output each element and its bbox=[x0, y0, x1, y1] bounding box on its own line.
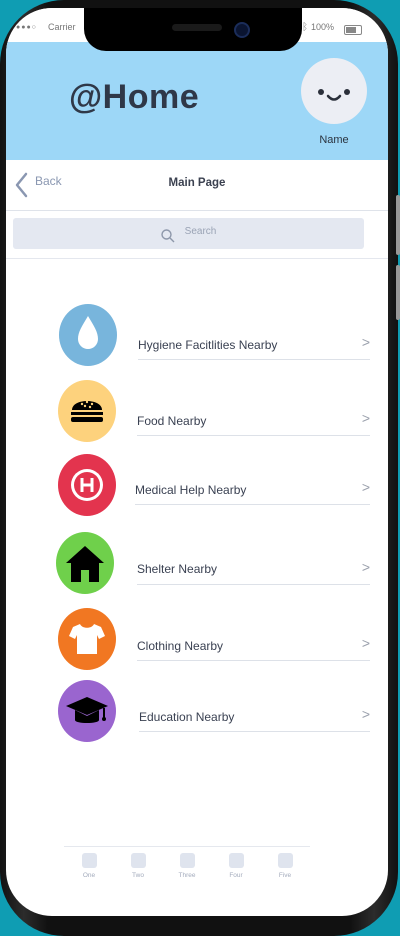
camera bbox=[234, 22, 250, 38]
medical-icon-circle bbox=[58, 454, 116, 516]
phone-screen: ●●●○ Carrier ᛒ 100% @Home Name Back Main… bbox=[6, 8, 388, 916]
chevron-right-icon: > bbox=[361, 410, 370, 426]
tab-placeholder-icon bbox=[179, 853, 195, 868]
navigation-bar: Back Main Page bbox=[6, 160, 388, 211]
tab-two[interactable]: Two bbox=[118, 853, 158, 887]
chevron-right-icon: > bbox=[361, 479, 370, 495]
chevron-right-icon: > bbox=[361, 334, 370, 350]
category-label: Medical Help Nearby bbox=[135, 483, 247, 497]
carrier-label: Carrier bbox=[48, 22, 76, 32]
tab-placeholder-icon bbox=[228, 853, 244, 868]
avatar[interactable] bbox=[301, 58, 367, 124]
signal-icon: ●●●○ bbox=[16, 24, 37, 31]
chevron-right-icon: > bbox=[361, 635, 370, 651]
search-placeholder: Search bbox=[184, 226, 217, 237]
tab-label: Four bbox=[229, 872, 243, 879]
tab-placeholder-icon bbox=[130, 853, 146, 868]
divider bbox=[137, 660, 370, 661]
tab-four[interactable]: Four bbox=[216, 853, 256, 887]
tab-placeholder-icon bbox=[81, 853, 97, 868]
divider bbox=[139, 731, 370, 732]
tab-one[interactable]: One bbox=[69, 853, 109, 887]
search-container: Search bbox=[6, 210, 388, 259]
tshirt-icon bbox=[58, 608, 116, 670]
notch bbox=[84, 8, 302, 51]
category-label: Shelter Nearby bbox=[137, 562, 218, 576]
side-button bbox=[396, 195, 400, 255]
divider bbox=[137, 584, 370, 585]
chevron-right-icon: > bbox=[361, 559, 370, 575]
app-title: @Home bbox=[69, 78, 200, 116]
category-label: Clothing Nearby bbox=[137, 639, 224, 653]
shelter-icon-circle bbox=[56, 532, 114, 594]
chevron-right-icon: > bbox=[361, 706, 370, 722]
battery-icon bbox=[344, 25, 362, 35]
tab-label: Three bbox=[178, 872, 196, 879]
category-label: Food Nearby bbox=[137, 414, 207, 428]
category-label: Hygiene Facitlities Nearby bbox=[138, 338, 278, 352]
tab-label: Five bbox=[278, 872, 292, 879]
bluetooth-icon: ᛒ bbox=[302, 22, 308, 33]
speaker bbox=[172, 24, 222, 31]
tab-three[interactable]: Three bbox=[167, 853, 207, 887]
tab-placeholder-icon bbox=[277, 853, 293, 868]
tab-five[interactable]: Five bbox=[265, 853, 305, 887]
tab-label: One bbox=[82, 872, 96, 879]
list-item-hygiene[interactable]: Hygiene Facitlities Nearby > bbox=[6, 304, 388, 368]
list-item-education[interactable]: Education Nearby > bbox=[6, 680, 388, 744]
food-icon-circle bbox=[58, 380, 116, 442]
side-button bbox=[396, 265, 400, 320]
phone-frame: ●●●○ Carrier ᛒ 100% @Home Name Back Main… bbox=[0, 0, 400, 936]
tab-label: Two bbox=[132, 872, 144, 879]
battery-label: 100% bbox=[311, 22, 335, 32]
hygiene-icon-circle bbox=[59, 304, 117, 366]
house-icon bbox=[56, 532, 114, 594]
category-label: Education Nearby bbox=[139, 710, 235, 724]
divider bbox=[138, 359, 370, 360]
page-title: Main Page bbox=[168, 177, 226, 189]
smiley-face-icon bbox=[318, 89, 350, 101]
app-header: @Home Name bbox=[6, 42, 388, 160]
water-drop-icon bbox=[59, 304, 117, 366]
burger-icon bbox=[58, 380, 116, 442]
profile-name: Name bbox=[319, 134, 349, 146]
search-input[interactable]: Search bbox=[13, 218, 364, 249]
list-item-clothing[interactable]: Clothing Nearby > bbox=[6, 608, 388, 672]
education-icon-circle bbox=[58, 680, 116, 742]
search-icon bbox=[160, 228, 175, 242]
list-item-medical[interactable]: Medical Help Nearby > bbox=[6, 454, 388, 518]
hospital-icon bbox=[58, 454, 116, 516]
divider bbox=[137, 435, 370, 436]
list-item-food[interactable]: Food Nearby > bbox=[6, 380, 388, 444]
tab-bar: One Two Three Four Five bbox=[64, 846, 310, 887]
clothing-icon-circle bbox=[58, 608, 116, 670]
divider bbox=[135, 504, 370, 505]
list-item-shelter[interactable]: Shelter Nearby > bbox=[6, 532, 388, 596]
graduation-cap-icon bbox=[58, 680, 116, 742]
